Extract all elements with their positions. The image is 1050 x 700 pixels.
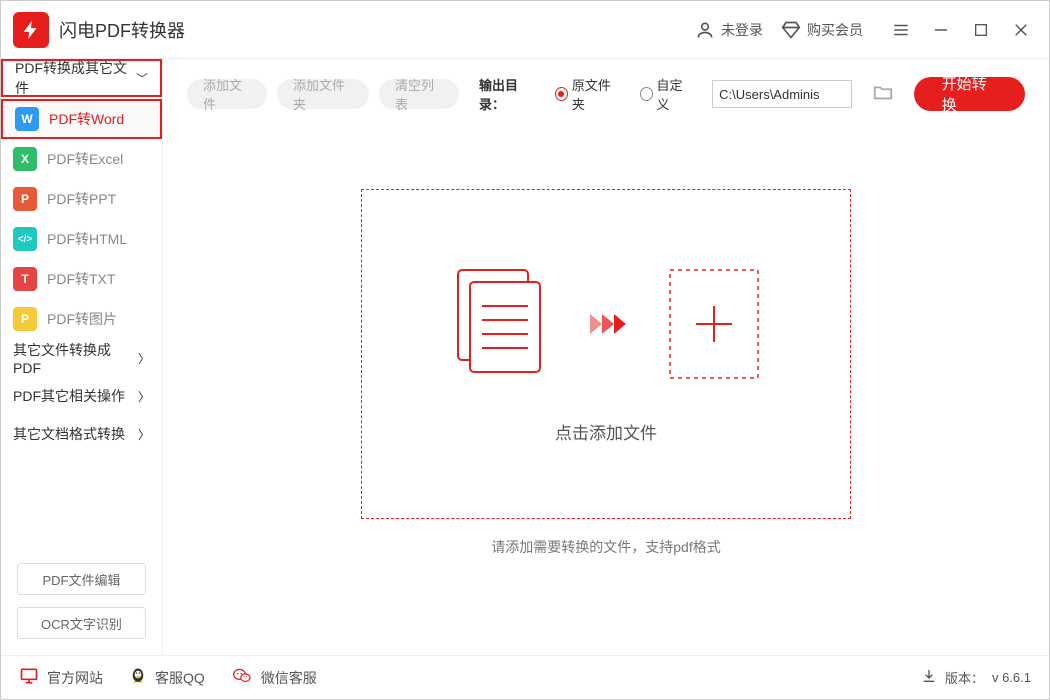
ocr-button[interactable]: OCR文字识别 [17,607,146,639]
start-convert-button[interactable]: 开始转换 [914,77,1025,111]
category-pdf-other-ops[interactable]: PDF其它相关操作 〉 [1,377,162,415]
buy-vip-label: 购买会员 [807,20,863,40]
official-website-link[interactable]: 官方网站 [19,666,103,689]
qq-support-link[interactable]: 客服QQ [129,666,205,689]
image-icon: P [13,307,37,331]
version-number: v 6.6.1 [992,670,1031,685]
menu-pdf-to-excel[interactable]: X PDF转Excel [1,139,162,179]
minimize-button[interactable] [921,10,961,50]
radio-empty-icon [640,87,653,101]
add-file-button[interactable]: 添加文件 [187,79,267,109]
sidebar: PDF转换成其它文件 ﹀ W PDF转Word X PDF转Excel P PD… [1,59,163,655]
dropzone-graphic [448,264,764,389]
download-icon [921,668,937,687]
category-other-format[interactable]: 其它文档格式转换 〉 [1,415,162,453]
menu-label: PDF转TXT [47,269,115,289]
html-icon: </> [13,227,37,251]
menu-label: PDF转Word [49,109,124,129]
wechat-support-link[interactable]: 微信客服 [231,666,317,689]
menu-label: PDF转PPT [47,189,116,209]
wechat-icon [231,666,253,689]
document-stack-icon [448,264,558,389]
version-info[interactable]: 版本： v 6.6.1 [921,668,1031,687]
category-label: PDF其它相关操作 [13,386,125,406]
radio-label: 原文件夹 [572,75,620,113]
category-other-to-pdf[interactable]: 其它文件转换成PDF 〉 [1,339,162,377]
chevron-down-icon: ﹀ [136,70,148,87]
clear-list-button[interactable]: 清空列表 [379,79,459,109]
radio-label: 自定义 [657,75,693,113]
ppt-icon: P [13,187,37,211]
category-label: 其它文件转换成PDF [13,340,138,376]
word-icon: W [15,107,39,131]
category-label: 其它文档格式转换 [13,424,125,444]
app-window: 闪电PDF转换器 未登录 购买会员 [0,0,1050,700]
login-button[interactable]: 未登录 [695,20,763,40]
menu-pdf-to-ppt[interactable]: P PDF转PPT [1,179,162,219]
menu-pdf-to-txt[interactable]: T PDF转TXT [1,259,162,299]
menu-list: W PDF转Word X PDF转Excel P PDF转PPT </> PDF… [1,97,162,339]
category-label: PDF转换成其它文件 [15,58,136,98]
add-folder-button[interactable]: 添加文件夹 [277,79,369,109]
txt-icon: T [13,267,37,291]
toolbar: 添加文件 添加文件夹 清空列表 输出目录： 原文件夹 自定义 C:\Users\… [163,59,1049,129]
diamond-icon [781,20,801,40]
statusbar: 官方网站 客服QQ 微信客服 版本： v 6.6.1 [1,655,1049,699]
dropzone-area: 点击添加文件 请添加需要转换的文件，支持pdf格式 [163,129,1049,655]
menu-pdf-to-word[interactable]: W PDF转Word [1,99,162,139]
category-pdf-to-other[interactable]: PDF转换成其它文件 ﹀ [3,61,160,95]
maximize-button[interactable] [961,10,1001,50]
main-panel: 添加文件 添加文件夹 清空列表 输出目录： 原文件夹 自定义 C:\Users\… [163,59,1049,655]
body: PDF转换成其它文件 ﹀ W PDF转Word X PDF转Excel P PD… [1,59,1049,655]
pdf-edit-button[interactable]: PDF文件编辑 [17,563,146,595]
arrow-right-icon [588,310,634,343]
menu-label: PDF转HTML [47,229,127,249]
app-title: 闪电PDF转换器 [59,17,185,43]
excel-icon: X [13,147,37,171]
menu-label: PDF转图片 [47,309,117,329]
website-label: 官方网站 [47,668,103,688]
radio-source-folder[interactable]: 原文件夹 [555,75,620,113]
menu-label: PDF转Excel [47,149,123,169]
browse-folder-icon[interactable] [872,81,894,108]
titlebar: 闪电PDF转换器 未登录 购买会员 [1,1,1049,59]
output-dir-label: 输出目录： [479,75,539,113]
radio-dot-icon [555,87,568,101]
dropzone[interactable]: 点击添加文件 [361,189,851,519]
qq-label: 客服QQ [155,668,205,688]
dropzone-hint: 请添加需要转换的文件，支持pdf格式 [491,537,720,557]
buy-vip-button[interactable]: 购买会员 [781,20,863,40]
menu-pdf-to-image[interactable]: P PDF转图片 [1,299,162,339]
add-target-icon [664,264,764,389]
user-icon [695,20,715,40]
chevron-right-icon: 〉 [138,350,150,367]
app-logo-icon [13,12,49,48]
monitor-icon [19,666,39,689]
chevron-right-icon: 〉 [138,388,150,405]
login-label: 未登录 [721,20,763,40]
dropzone-label: 点击添加文件 [555,419,657,444]
menu-pdf-to-html[interactable]: </> PDF转HTML [1,219,162,259]
chevron-right-icon: 〉 [138,426,150,443]
wechat-label: 微信客服 [261,668,317,688]
qq-icon [129,666,147,689]
menu-button[interactable] [881,10,921,50]
version-prefix: 版本： [945,668,984,687]
output-path-input[interactable]: C:\Users\Adminis [712,80,851,108]
radio-custom-folder[interactable]: 自定义 [640,75,693,113]
close-button[interactable] [1001,10,1041,50]
